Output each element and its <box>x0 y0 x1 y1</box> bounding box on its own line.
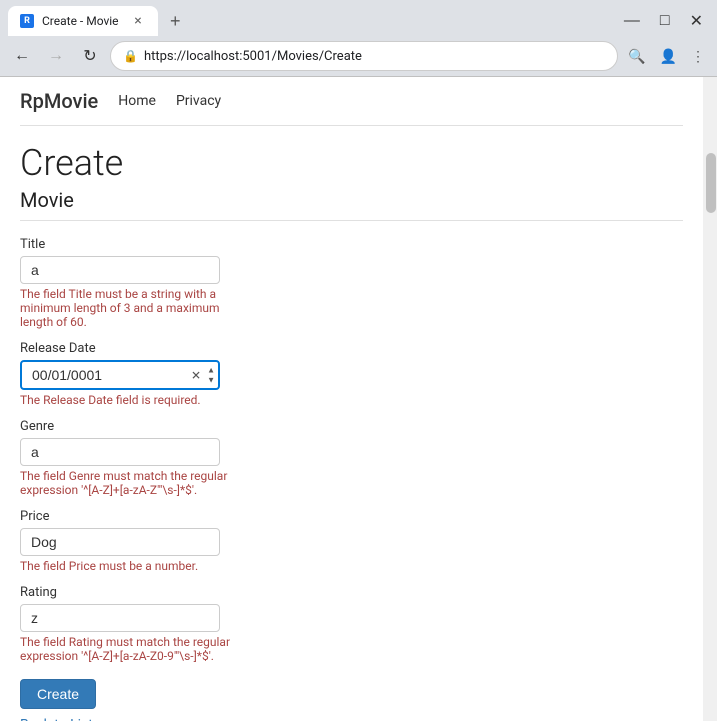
window-controls: — □ ✕ <box>618 9 709 33</box>
page-wrapper: RpMovie Home Privacy Create Movie Title … <box>0 77 703 721</box>
price-label: Price <box>20 509 683 524</box>
rating-input[interactable] <box>20 604 220 632</box>
tab-title: Create - Movie <box>42 14 122 28</box>
profile-button[interactable]: 👤 <box>656 46 681 67</box>
forward-nav-button[interactable]: → <box>42 42 70 70</box>
navbar-brand[interactable]: RpMovie <box>20 89 98 113</box>
release-date-validation-error: The Release Date field is required. <box>20 393 240 407</box>
date-spin-button[interactable]: ▲ ▼ <box>204 365 218 384</box>
menu-button[interactable]: ⋮ <box>687 46 709 67</box>
address-bar: ← → ↻ 🔒 https://localhost:5001/Movies/Cr… <box>0 36 717 76</box>
scrollbar-track[interactable] <box>703 153 717 721</box>
title-field-group: Title The field Title must be a string w… <box>20 237 683 329</box>
price-validation-error: The field Price must be a number. <box>20 559 240 573</box>
price-field-group: Price The field Price must be a number. <box>20 509 683 573</box>
genre-validation-error: The field Genre must match the regular e… <box>20 469 240 497</box>
rating-field-group: Rating The field Rating must match the r… <box>20 585 683 663</box>
genre-field-group: Genre The field Genre must match the reg… <box>20 419 683 497</box>
maximize-button[interactable]: □ <box>654 10 676 32</box>
create-button[interactable]: Create <box>20 679 96 709</box>
back-nav-button[interactable]: ← <box>8 42 36 70</box>
minimize-button[interactable]: — <box>618 10 646 32</box>
date-input-wrapper: ✕ ▲ ▼ <box>20 360 220 390</box>
title-bar: R Create - Movie × + — □ ✕ <box>0 0 717 36</box>
rating-label: Rating <box>20 585 683 600</box>
title-label: Title <box>20 237 683 252</box>
active-tab[interactable]: R Create - Movie × <box>8 6 158 36</box>
date-clear-button[interactable]: ✕ <box>188 365 204 384</box>
page-heading: Create <box>20 142 683 184</box>
close-window-button[interactable]: ✕ <box>684 9 709 33</box>
create-form: Title The field Title must be a string w… <box>20 237 683 717</box>
back-to-list-link[interactable]: Back to List <box>20 717 683 721</box>
url-box[interactable]: 🔒 https://localhost:5001/Movies/Create <box>110 41 618 71</box>
new-tab-button[interactable]: + <box>162 7 189 36</box>
page-subheading: Movie <box>20 188 683 221</box>
tab-favicon: R <box>20 14 34 28</box>
navbar-link-home[interactable]: Home <box>118 93 156 109</box>
navbar: RpMovie Home Privacy <box>20 77 683 126</box>
page-area: RpMovie Home Privacy Create Movie Title … <box>0 77 717 721</box>
lock-icon: 🔒 <box>123 49 138 63</box>
navbar-link-privacy[interactable]: Privacy <box>176 93 221 109</box>
reload-button[interactable]: ↻ <box>76 42 104 70</box>
page-content: RpMovie Home Privacy Create Movie Title … <box>0 77 703 721</box>
genre-input[interactable] <box>20 438 220 466</box>
release-date-field-group: Release Date ✕ ▲ ▼ The Release Date fiel… <box>20 341 683 407</box>
genre-label: Genre <box>20 419 683 434</box>
tab-close-button[interactable]: × <box>130 13 146 29</box>
scrollbar-thumb[interactable] <box>706 153 716 213</box>
title-input[interactable] <box>20 256 220 284</box>
url-text: https://localhost:5001/Movies/Create <box>144 49 605 64</box>
date-controls: ✕ ▲ ▼ <box>188 365 218 384</box>
search-sidebar-button[interactable]: 🔍 <box>624 46 649 67</box>
browser-chrome: R Create - Movie × + — □ ✕ ← → ↻ 🔒 https… <box>0 0 717 77</box>
price-input[interactable] <box>20 528 220 556</box>
tab-bar: R Create - Movie × + <box>8 6 189 36</box>
rating-validation-error: The field Rating must match the regular … <box>20 635 240 663</box>
title-validation-error: The field Title must be a string with a … <box>20 287 240 329</box>
release-date-label: Release Date <box>20 341 683 356</box>
